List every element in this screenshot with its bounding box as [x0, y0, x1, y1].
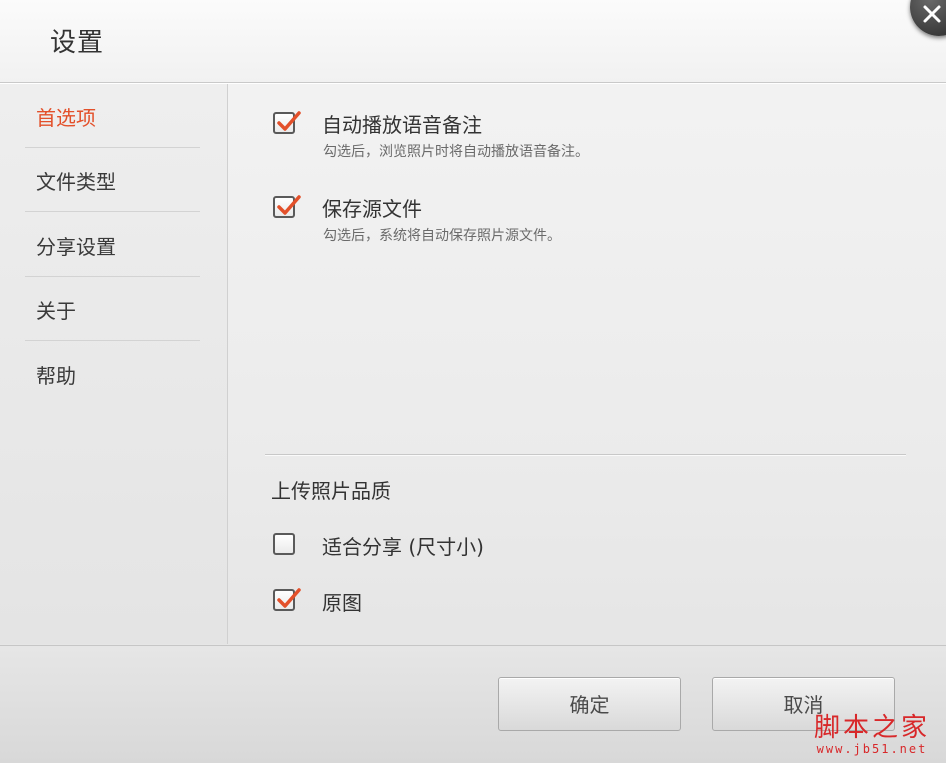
autoplay-voice-checkbox[interactable] [273, 111, 301, 134]
share-size-label: 适合分享 (尺寸小) [322, 535, 484, 559]
title-bar: 设置 [0, 0, 946, 83]
settings-dialog: 设置 首选项 文件类型 分享设置 关于 帮助 自动播放语音备注 勾选后，浏览照片… [0, 0, 946, 763]
autoplay-voice-description: 勾选后，浏览照片时将自动播放语音备注。 [323, 144, 589, 160]
preferences-panel: 自动播放语音备注 勾选后，浏览照片时将自动播放语音备注。 保存源文件 勾选后，系… [229, 84, 946, 644]
upload-quality-title: 上传照片品质 [271, 479, 391, 503]
section-divider [265, 454, 906, 456]
sidebar-item-share-settings[interactable]: 分享设置 [25, 213, 200, 277]
save-source-description: 勾选后，系统将自动保存照片源文件。 [323, 228, 561, 244]
watermark-main: 脚本之家 [813, 713, 930, 743]
dialog-footer: 确定 取消 脚本之家 www.jb51.net [0, 645, 946, 763]
sidebar-item-help[interactable]: 帮助 [25, 342, 200, 406]
close-icon [923, 5, 941, 23]
dialog-title: 设置 [50, 28, 105, 58]
save-source-label: 保存源文件 [322, 197, 422, 221]
save-source-checkbox[interactable] [273, 195, 301, 218]
original-image-label: 原图 [322, 591, 362, 615]
watermark-url: www.jb51.net [816, 742, 928, 756]
checkmark-icon [277, 195, 301, 215]
sidebar: 首选项 文件类型 分享设置 关于 帮助 [0, 84, 228, 644]
sidebar-item-preferences[interactable]: 首选项 [25, 84, 200, 148]
original-image-checkbox[interactable] [273, 588, 301, 611]
autoplay-voice-label: 自动播放语音备注 [322, 113, 482, 137]
share-size-checkbox[interactable] [273, 533, 295, 555]
watermark: 脚本之家 www.jb51.net [814, 714, 930, 756]
sidebar-item-about[interactable]: 关于 [25, 277, 200, 341]
checkmark-icon [277, 111, 301, 131]
sidebar-item-file-types[interactable]: 文件类型 [25, 148, 200, 212]
ok-button[interactable]: 确定 [498, 677, 681, 731]
checkmark-icon [277, 588, 301, 608]
